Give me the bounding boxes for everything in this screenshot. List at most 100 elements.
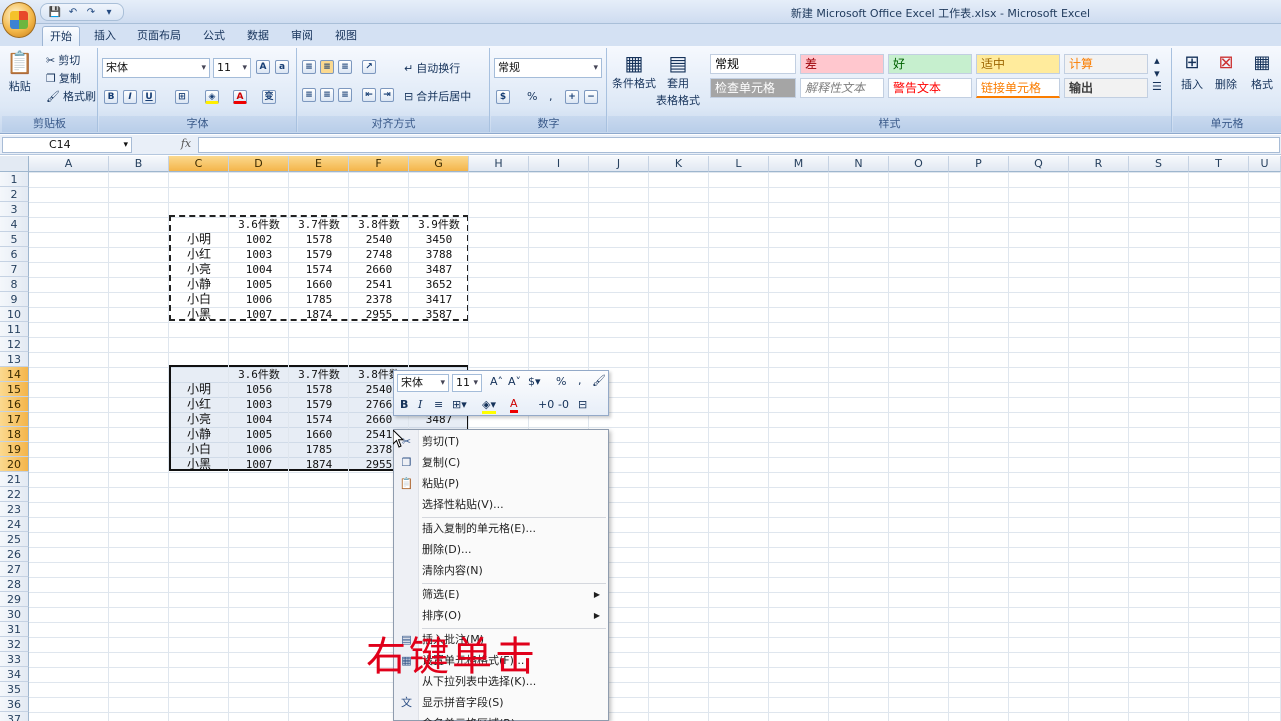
row-header-29[interactable]: 29	[0, 592, 29, 607]
worksheet-grid[interactable]: ABCDEFGHIJKLMNOPQRSTU 1 2 3 4 5 6 7 8 9 10 11 12 13 1…	[0, 156, 1281, 721]
cell-E18[interactable]: 1660	[289, 427, 349, 442]
column-header-L[interactable]: L	[709, 156, 769, 172]
cell-E17[interactable]: 1574	[289, 412, 349, 427]
align-right-button[interactable]: ≡	[338, 88, 352, 102]
align-center-button[interactable]: ≡	[320, 88, 334, 102]
mini-center-icon[interactable]: ≡	[434, 398, 443, 411]
row-header-35[interactable]: 35	[0, 682, 29, 697]
style-bad[interactable]: 差	[800, 54, 884, 74]
row-header-22[interactable]: 22	[0, 487, 29, 502]
row-header-31[interactable]: 31	[0, 622, 29, 637]
conditional-format-button[interactable]: ▦ 条件格式	[612, 52, 656, 91]
align-bottom-button[interactable]: ≡	[338, 60, 352, 74]
cell-E15[interactable]: 1578	[289, 382, 349, 397]
cell-C15[interactable]: 小明	[169, 382, 229, 397]
column-header-I[interactable]: I	[529, 156, 589, 172]
row-header-12[interactable]: 12	[0, 337, 29, 352]
cell-D17[interactable]: 1004	[229, 412, 289, 427]
tab-data[interactable]: 数据	[240, 26, 276, 46]
cell-E9[interactable]: 1785	[289, 292, 349, 307]
style-normal[interactable]: 常规	[710, 54, 796, 74]
menu-item-2[interactable]: 粘贴(P)	[422, 474, 606, 494]
column-header-A[interactable]: A	[29, 156, 109, 172]
column-header-N[interactable]: N	[829, 156, 889, 172]
shrink-font-button[interactable]: a	[275, 60, 289, 74]
name-box[interactable]: C14	[2, 137, 132, 153]
cell-G4[interactable]: 3.9件数	[409, 217, 469, 232]
cell-C17[interactable]: 小亮	[169, 412, 229, 427]
bold-button[interactable]: B	[104, 90, 118, 104]
tab-home[interactable]: 开始	[42, 26, 80, 46]
tab-review[interactable]: 审阅	[284, 26, 320, 46]
mini-percent-button[interactable]: %	[556, 375, 566, 388]
row-header-23[interactable]: 23	[0, 502, 29, 517]
row-header-8[interactable]: 8	[0, 277, 29, 292]
cell-F6[interactable]: 2748	[349, 247, 409, 262]
cell-D16[interactable]: 1003	[229, 397, 289, 412]
row-header-4[interactable]: 4	[0, 217, 29, 232]
mini-increase-decimal-icon[interactable]: +0	[538, 398, 554, 411]
style-output[interactable]: 输出	[1064, 78, 1148, 98]
cell-G9[interactable]: 3417	[409, 292, 469, 307]
format-cells-button[interactable]: ▦ 格式	[1251, 52, 1273, 92]
tab-page-layout[interactable]: 页面布局	[132, 26, 186, 46]
comma-button[interactable]: ,	[549, 90, 553, 103]
column-header-J[interactable]: J	[589, 156, 649, 172]
mini-bold-button[interactable]: B	[400, 398, 408, 411]
mini-fill-icon[interactable]: ◈▾	[482, 398, 496, 414]
cell-F5[interactable]: 2540	[349, 232, 409, 247]
column-header-F[interactable]: F	[349, 156, 409, 172]
paste-button[interactable]: 📋 粘贴	[6, 52, 33, 94]
row-header-26[interactable]: 26	[0, 547, 29, 562]
copy-button[interactable]: ❐ 复制	[46, 70, 81, 86]
cell-D5[interactable]: 1002	[229, 232, 289, 247]
mini-accounting-icon[interactable]: $▾	[528, 375, 541, 388]
cell-D14[interactable]: 3.6件数	[229, 367, 289, 382]
cell-C5[interactable]: 小明	[169, 232, 229, 247]
align-left-button[interactable]: ≡	[302, 88, 316, 102]
insert-function-icon[interactable]: fx	[176, 137, 196, 153]
style-neutral[interactable]: 适中	[976, 54, 1060, 74]
cell-E20[interactable]: 1874	[289, 457, 349, 472]
row-header-5[interactable]: 5	[0, 232, 29, 247]
row-header-20[interactable]: 20	[0, 457, 29, 472]
cell-G8[interactable]: 3652	[409, 277, 469, 292]
wrap-text-button[interactable]: ↵ 自动换行	[404, 60, 460, 76]
cell-E5[interactable]: 1578	[289, 232, 349, 247]
cell-E19[interactable]: 1785	[289, 442, 349, 457]
column-header-M[interactable]: M	[769, 156, 829, 172]
styles-scroll[interactable]: ▴ ▾ ☰	[1152, 54, 1162, 93]
row-header-32[interactable]: 32	[0, 637, 29, 652]
menu-item-5[interactable]: 删除(D)...	[422, 540, 606, 560]
cell-C16[interactable]: 小红	[169, 397, 229, 412]
cell-G6[interactable]: 3788	[409, 247, 469, 262]
row-header-3[interactable]: 3	[0, 202, 29, 217]
cell-E7[interactable]: 1574	[289, 262, 349, 277]
row-header-14[interactable]: 14	[0, 367, 29, 382]
delete-cells-button[interactable]: ⊠ 删除	[1215, 52, 1237, 92]
menu-item-3[interactable]: 选择性粘贴(V)...	[422, 495, 606, 515]
underline-button[interactable]: U	[142, 90, 156, 104]
menu-item-13[interactable]: 命名单元格区域(R)...	[422, 714, 606, 721]
cell-G7[interactable]: 3487	[409, 262, 469, 277]
tab-view[interactable]: 视图	[328, 26, 364, 46]
orientation-button[interactable]: ↗	[362, 60, 376, 74]
font-name-combo[interactable]: 宋体	[102, 58, 210, 78]
menu-item-6[interactable]: 清除内容(N)	[422, 561, 606, 581]
row-header-18[interactable]: 18	[0, 427, 29, 442]
italic-button[interactable]: I	[123, 90, 137, 104]
menu-item-1[interactable]: 复制(C)	[422, 453, 606, 473]
fill-color-button[interactable]: ◈	[205, 90, 219, 104]
cell-F10[interactable]: 2955	[349, 307, 409, 322]
cell-D18[interactable]: 1005	[229, 427, 289, 442]
row-header-34[interactable]: 34	[0, 667, 29, 682]
mini-grow-font-icon[interactable]: A˄	[490, 375, 503, 388]
column-header-S[interactable]: S	[1129, 156, 1189, 172]
cell-D19[interactable]: 1006	[229, 442, 289, 457]
cell-D4[interactable]: 3.6件数	[229, 217, 289, 232]
decrease-decimal-button[interactable]: −	[584, 90, 598, 104]
column-header-G[interactable]: G	[409, 156, 469, 172]
menu-item-12[interactable]: 显示拼音字段(S)	[422, 693, 606, 713]
row-header-1[interactable]: 1	[0, 172, 29, 187]
font-color-button[interactable]: A	[233, 90, 247, 104]
